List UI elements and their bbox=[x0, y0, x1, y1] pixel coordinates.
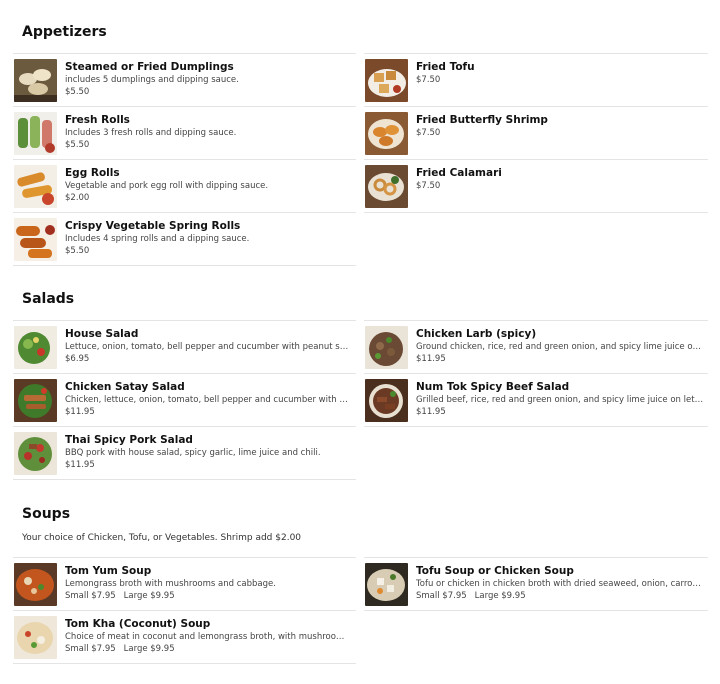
item-price: $7.50 bbox=[416, 181, 441, 191]
item-description: Choice of meat in coconut and lemongrass… bbox=[65, 632, 352, 642]
appetizers-right-column: Fried Tofu $7.50 Fried Butterfly Shrimp … bbox=[364, 53, 708, 213]
item-description: Lemongrass broth with mushrooms and cabb… bbox=[65, 579, 276, 589]
item-price: $11.95 bbox=[65, 460, 95, 470]
item-name: Fresh Rolls bbox=[65, 114, 130, 126]
item-description: Vegetable and pork egg roll with dipping… bbox=[65, 181, 269, 191]
item-name: Chicken Satay Salad bbox=[65, 381, 185, 393]
appetizers-heading: Appetizers bbox=[22, 24, 107, 40]
item-description: includes 5 dumplings and dipping sauce. bbox=[65, 75, 239, 85]
menu-item[interactable]: House Salad Lettuce, onion, tomato, bell… bbox=[13, 320, 356, 373]
item-description: Ground chicken, rice, red and green onio… bbox=[416, 342, 704, 352]
chicken-satay-salad-photo bbox=[14, 379, 57, 422]
menu-item[interactable]: Tom Yum Soup Lemongrass broth with mushr… bbox=[13, 557, 356, 610]
beef-salad-photo bbox=[365, 379, 408, 422]
soups-right-column: Tofu Soup or Chicken Soup Tofu or chicke… bbox=[364, 557, 708, 611]
item-description: BBQ pork with house salad, spicy garlic,… bbox=[65, 448, 321, 458]
item-description: Tofu or chicken in chicken broth with dr… bbox=[416, 579, 704, 589]
price-small: Small $7.95 bbox=[65, 591, 116, 601]
item-name: Chicken Larb (spicy) bbox=[416, 328, 537, 340]
item-description: Includes 4 spring rolls and a dipping sa… bbox=[65, 234, 250, 244]
menu-item[interactable]: Chicken Satay Salad Chicken, lettuce, on… bbox=[13, 373, 356, 426]
egg-rolls-photo bbox=[14, 165, 57, 208]
tom-yum-photo bbox=[14, 563, 57, 606]
item-name: Steamed or Fried Dumplings bbox=[65, 61, 234, 73]
price-large: Large $9.95 bbox=[123, 591, 175, 601]
item-name: House Salad bbox=[65, 328, 139, 340]
menu-item[interactable]: Fried Calamari $7.50 bbox=[364, 159, 708, 213]
item-name: Fried Tofu bbox=[416, 61, 475, 73]
menu-item[interactable]: Fresh Rolls Includes 3 fresh rolls and d… bbox=[13, 106, 356, 159]
menu-item[interactable]: Crispy Vegetable Spring Rolls Includes 4… bbox=[13, 212, 356, 266]
tofu-soup-photo bbox=[365, 563, 408, 606]
item-price: $11.95 bbox=[416, 407, 446, 417]
price-large: Large $9.95 bbox=[123, 644, 175, 654]
item-price: $11.95 bbox=[65, 407, 95, 417]
menu-item[interactable]: Fried Butterfly Shrimp $7.50 bbox=[364, 106, 708, 159]
calamari-photo bbox=[365, 165, 408, 208]
item-price: Small $7.95 Large $9.95 bbox=[416, 590, 704, 603]
salads-heading: Salads bbox=[22, 291, 75, 307]
item-price: $7.50 bbox=[416, 128, 441, 138]
menu-page: Appetizers Steamed or Fried Dumplings in… bbox=[0, 0, 720, 684]
price-large: Large $9.95 bbox=[474, 591, 526, 601]
item-price: $11.95 bbox=[416, 354, 446, 364]
salads-right-column: Chicken Larb (spicy) Ground chicken, ric… bbox=[364, 320, 708, 427]
price-small: Small $7.95 bbox=[65, 644, 116, 654]
item-name: Num Tok Spicy Beef Salad bbox=[416, 381, 570, 393]
item-price: $6.95 bbox=[65, 354, 90, 364]
item-description: Includes 3 fresh rolls and dipping sauce… bbox=[65, 128, 237, 138]
menu-item[interactable]: Chicken Larb (spicy) Ground chicken, ric… bbox=[364, 320, 708, 373]
item-name: Thai Spicy Pork Salad bbox=[65, 434, 193, 446]
tom-kha-photo bbox=[14, 616, 57, 659]
soups-heading: Soups bbox=[22, 506, 71, 522]
item-price: Small $7.95 Large $9.95 bbox=[65, 643, 352, 656]
item-description: Grilled beef, rice, red and green onion,… bbox=[416, 395, 704, 405]
item-description: Chicken, lettuce, onion, tomato, bell pe… bbox=[65, 395, 352, 405]
butterfly-shrimp-photo bbox=[365, 112, 408, 155]
salads-left-column: House Salad Lettuce, onion, tomato, bell… bbox=[13, 320, 356, 480]
item-price: $5.50 bbox=[65, 140, 90, 150]
chicken-larb-photo bbox=[365, 326, 408, 369]
menu-item[interactable]: Tofu Soup or Chicken Soup Tofu or chicke… bbox=[364, 557, 708, 611]
soups-left-column: Tom Yum Soup Lemongrass broth with mushr… bbox=[13, 557, 356, 664]
item-price: Small $7.95 Large $9.95 bbox=[65, 590, 352, 603]
menu-item[interactable]: Egg Rolls Vegetable and pork egg roll wi… bbox=[13, 159, 356, 212]
dumplings-photo bbox=[14, 59, 57, 102]
appetizers-left-column: Steamed or Fried Dumplings includes 5 du… bbox=[13, 53, 356, 266]
item-name: Tofu Soup or Chicken Soup bbox=[416, 565, 574, 577]
fried-tofu-photo bbox=[365, 59, 408, 102]
house-salad-photo bbox=[14, 326, 57, 369]
soups-note: Your choice of Chicken, Tofu, or Vegetab… bbox=[22, 533, 302, 543]
item-price: $2.00 bbox=[65, 193, 90, 203]
item-name: Fried Calamari bbox=[416, 167, 502, 179]
item-name: Tom Yum Soup bbox=[65, 565, 152, 577]
item-name: Fried Butterfly Shrimp bbox=[416, 114, 548, 126]
price-small: Small $7.95 bbox=[416, 591, 467, 601]
item-description: Lettuce, onion, tomato, bell pepper and … bbox=[65, 342, 352, 352]
menu-item[interactable]: Tom Kha (Coconut) Soup Choice of meat in… bbox=[13, 610, 356, 664]
item-price: $7.50 bbox=[416, 75, 441, 85]
fresh-rolls-photo bbox=[14, 112, 57, 155]
menu-item[interactable]: Thai Spicy Pork Salad BBQ pork with hous… bbox=[13, 426, 356, 480]
item-price: $5.50 bbox=[65, 87, 90, 97]
item-name: Crispy Vegetable Spring Rolls bbox=[65, 220, 241, 232]
item-name: Tom Kha (Coconut) Soup bbox=[65, 618, 211, 630]
menu-item[interactable]: Fried Tofu $7.50 bbox=[364, 53, 708, 106]
menu-item[interactable]: Steamed or Fried Dumplings includes 5 du… bbox=[13, 53, 356, 106]
item-price: $5.50 bbox=[65, 246, 90, 256]
pork-salad-photo bbox=[14, 432, 57, 475]
menu-item[interactable]: Num Tok Spicy Beef Salad Grilled beef, r… bbox=[364, 373, 708, 427]
spring-rolls-photo bbox=[14, 218, 57, 261]
item-name: Egg Rolls bbox=[65, 167, 120, 179]
